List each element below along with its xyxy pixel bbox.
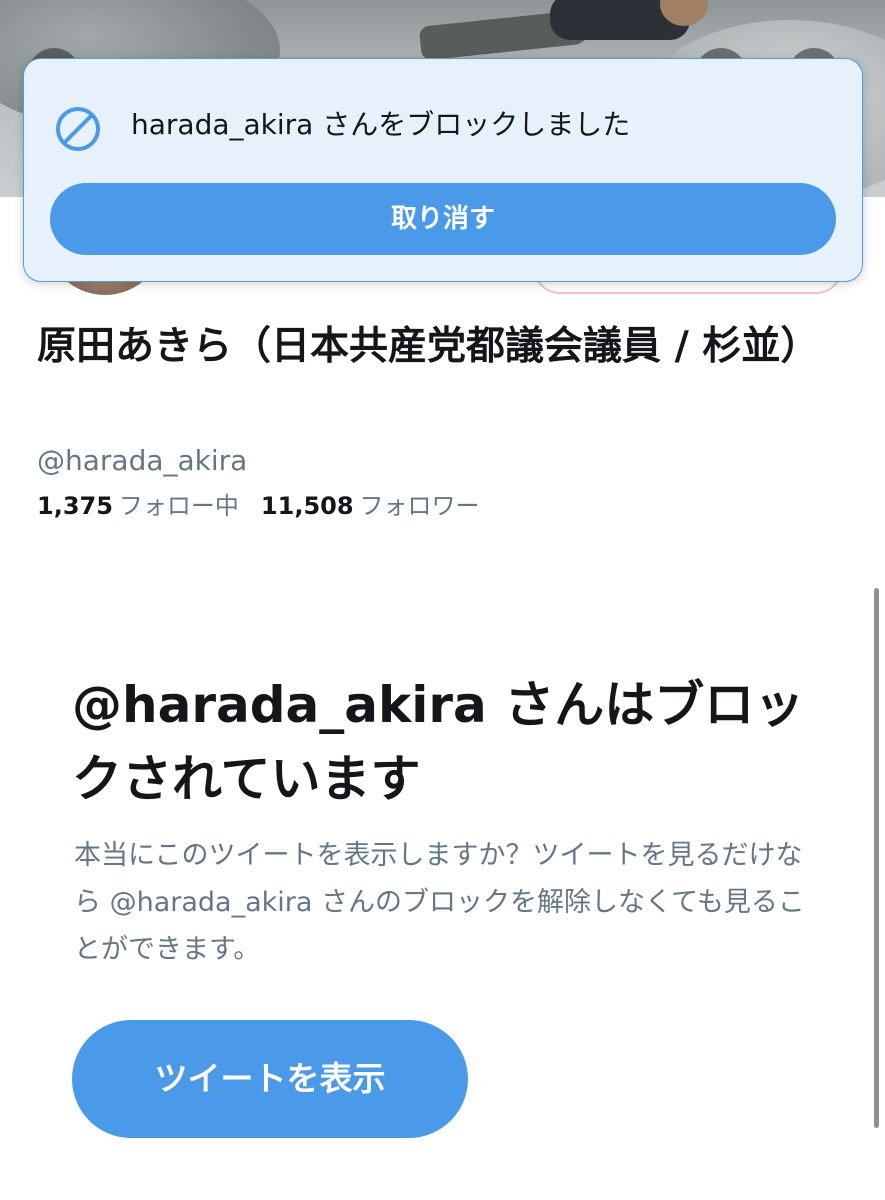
banner-person bbox=[418, 0, 710, 61]
followers-link[interactable]: 11,508 フォロワー bbox=[261, 492, 480, 520]
following-label: フォロー中 bbox=[118, 492, 239, 520]
profile-handle: @harada_akira bbox=[37, 444, 248, 477]
scrollbar[interactable] bbox=[874, 588, 879, 1128]
followers-count: 11,508 bbox=[260, 492, 354, 520]
view-tweets-button[interactable]: ツイートを表示 bbox=[72, 1020, 468, 1138]
block-icon bbox=[54, 105, 102, 153]
block-toast: harada_akira さんをブロックしました 取り消す bbox=[23, 58, 863, 282]
blocked-description: 本当にこのツイートを表示しますか？ツイートを見るだけなら @harada_aki… bbox=[74, 840, 805, 965]
followers-label: フォロワー bbox=[359, 492, 480, 520]
following-count: 1,375 bbox=[37, 492, 113, 520]
undo-button[interactable]: 取り消す bbox=[50, 183, 836, 255]
blocked-heading: @harada_akira さんはブロックされています bbox=[72, 676, 805, 808]
display-name: 原田あきら（日本共産党都議会議員 / 杉並） bbox=[37, 324, 820, 369]
follow-stats: 1,375 フォロー中 11,508 フォロワー bbox=[37, 488, 480, 524]
following-link[interactable]: 1,375 フォロー中 bbox=[37, 492, 239, 520]
toast-message: harada_akira さんをブロックしました bbox=[131, 108, 631, 141]
